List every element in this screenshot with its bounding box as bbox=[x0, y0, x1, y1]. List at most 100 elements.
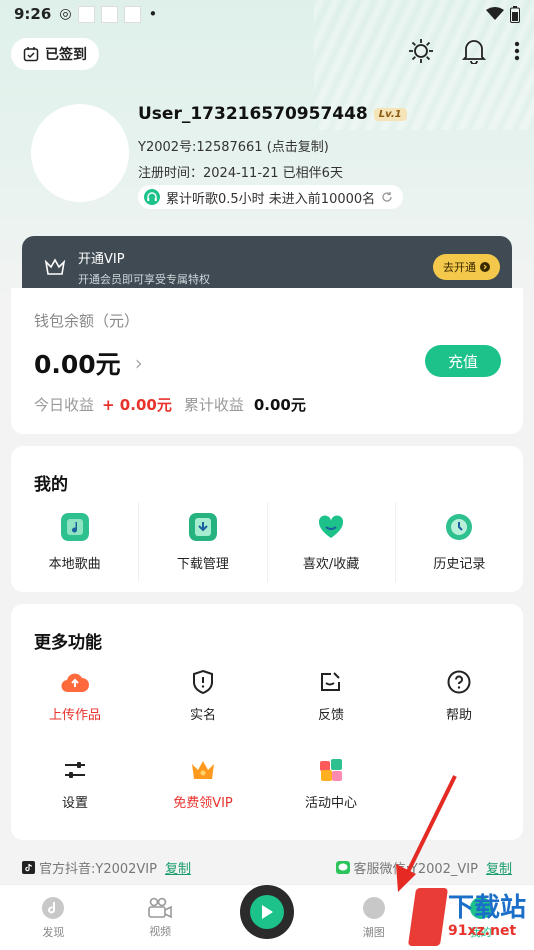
local-music-icon bbox=[60, 512, 89, 541]
watermark: 下载站 91xz.net bbox=[407, 888, 527, 946]
nav-label: 视频 bbox=[149, 924, 172, 938]
upload-cloud-icon bbox=[61, 673, 89, 693]
contact-row: 官方抖音:Y2002VIP 复制 客服微信:Y2002_VIP 复制 bbox=[22, 858, 512, 877]
avatar[interactable] bbox=[31, 104, 129, 202]
notification-icon bbox=[123, 5, 141, 23]
signed-in-badge[interactable]: 已签到 bbox=[11, 38, 99, 70]
today-earnings-label: 今日收益 bbox=[34, 396, 95, 414]
wallet-amount-row[interactable]: 0.00元 › bbox=[34, 345, 143, 381]
battery-icon bbox=[510, 5, 520, 23]
download-icon bbox=[188, 512, 217, 541]
favorites-item[interactable]: 喜欢/收藏 bbox=[268, 502, 396, 582]
refresh-icon[interactable] bbox=[381, 191, 393, 203]
crown-outline-icon bbox=[44, 258, 66, 275]
nav-video[interactable]: 视频 bbox=[107, 885, 214, 950]
section-title: 我的 bbox=[34, 475, 68, 495]
section-title: 更多功能 bbox=[34, 633, 102, 653]
headphones-icon bbox=[144, 189, 160, 205]
trend-icon bbox=[362, 896, 385, 919]
item-label: 反馈 bbox=[317, 708, 344, 723]
discover-icon bbox=[42, 896, 65, 919]
item-label: 喜欢/收藏 bbox=[302, 556, 360, 572]
status-bar: 9:26 ◎ • bbox=[0, 0, 534, 28]
weibo-icon: ◎ bbox=[59, 6, 72, 22]
username-row: User_173216570957448 Lv.1 bbox=[138, 104, 407, 124]
username: User_173216570957448 bbox=[138, 104, 368, 124]
nav-label: 发现 bbox=[42, 925, 65, 939]
theme-sun-icon[interactable] bbox=[408, 38, 434, 64]
item-label: 历史记录 bbox=[433, 556, 486, 572]
item-label: 本地歌曲 bbox=[48, 556, 101, 572]
heart-icon bbox=[319, 514, 344, 538]
service-wechat: 客服微信:Y2002_VIP bbox=[353, 862, 478, 877]
listen-stats[interactable]: 累计听歌0.5小时 未进入前10000名 bbox=[138, 185, 404, 209]
open-vip-button[interactable]: 去开通 bbox=[433, 254, 500, 280]
arrow-right-circle-icon bbox=[480, 262, 490, 272]
vip-title: 开通VIP bbox=[78, 251, 125, 267]
crown-icon bbox=[192, 761, 214, 779]
vip-subtitle: 开通会员即可享受专属特权 bbox=[78, 272, 210, 286]
help-icon bbox=[447, 670, 471, 694]
nav-label: 潮图 bbox=[362, 925, 385, 939]
copy-wechat-link[interactable]: 复制 bbox=[486, 858, 512, 877]
signed-label: 已签到 bbox=[45, 47, 87, 63]
calendar-check-icon bbox=[23, 47, 39, 62]
free-vip-item[interactable]: 免费领VIP bbox=[139, 756, 267, 814]
wifi-icon bbox=[486, 7, 504, 20]
more-vertical-icon[interactable] bbox=[514, 41, 520, 61]
item-label: 设置 bbox=[61, 796, 88, 811]
shield-icon bbox=[193, 669, 213, 695]
item-label: 实名 bbox=[189, 708, 216, 723]
chevron-right-icon: › bbox=[134, 351, 143, 375]
item-label: 下载管理 bbox=[176, 556, 229, 572]
today-earnings-value: + 0.00元 bbox=[102, 396, 172, 414]
item-label: 上传作品 bbox=[48, 708, 101, 723]
bell-icon[interactable] bbox=[462, 38, 486, 64]
help-item[interactable]: 帮助 bbox=[395, 668, 523, 726]
total-earnings-value: 0.00元 bbox=[253, 396, 306, 414]
more-notifications-dot: • bbox=[148, 5, 158, 23]
watermark-brand: 下载站 bbox=[448, 893, 527, 923]
video-camera-icon bbox=[148, 897, 172, 918]
watermark-site: 91xz.net bbox=[448, 923, 517, 939]
real-name-item[interactable]: 实名 bbox=[139, 668, 267, 726]
item-label: 免费领VIP bbox=[173, 796, 233, 811]
upload-works-item[interactable]: 上传作品 bbox=[11, 668, 139, 726]
official-douyin: 官方抖音:Y2002VIP bbox=[39, 862, 157, 877]
mini-player-button[interactable] bbox=[240, 885, 294, 939]
feedback-item[interactable]: 反馈 bbox=[267, 668, 395, 726]
listen-text: 累计听歌0.5小时 未进入前10000名 bbox=[166, 191, 376, 207]
tiktok-icon bbox=[22, 861, 35, 874]
history-icon bbox=[446, 513, 473, 540]
wallet-label: 钱包余额（元） bbox=[34, 312, 140, 330]
header-actions bbox=[408, 38, 520, 64]
history-item[interactable]: 历史记录 bbox=[396, 502, 523, 582]
settings-item[interactable]: 设置 bbox=[11, 756, 139, 814]
nav-discover[interactable]: 发现 bbox=[0, 885, 107, 950]
notification-icon bbox=[77, 5, 95, 23]
earnings-row: 今日收益 + 0.00元 累计收益 0.00元 bbox=[34, 394, 306, 415]
item-label: 活动中心 bbox=[304, 796, 357, 811]
total-earnings-label: 累计收益 bbox=[183, 396, 244, 414]
status-time: 9:26 bbox=[14, 5, 52, 23]
item-label: 帮助 bbox=[445, 708, 472, 723]
gift-icon bbox=[320, 759, 342, 781]
download-manager-item[interactable]: 下载管理 bbox=[139, 502, 268, 582]
activity-center-item[interactable]: 活动中心 bbox=[267, 756, 395, 814]
mine-section: 我的 本地歌曲 下载管理 喜欢/收藏 历史记录 bbox=[11, 446, 523, 592]
open-vip-label: 去开通 bbox=[443, 261, 476, 274]
wallet-card: 钱包余额（元） 0.00元 › 充值 今日收益 + 0.00元 累计收益 0.0… bbox=[11, 288, 523, 434]
local-music-item[interactable]: 本地歌曲 bbox=[11, 502, 140, 582]
watermark-logo bbox=[407, 888, 449, 946]
more-features-section: 更多功能 上传作品 实名 反馈 帮助 设置 免费领VIP 活动中心 bbox=[11, 604, 523, 840]
level-badge: Lv.1 bbox=[373, 107, 407, 121]
play-icon bbox=[262, 905, 273, 919]
settings-icon bbox=[65, 762, 85, 778]
notification-icon bbox=[100, 5, 118, 23]
copy-douyin-link[interactable]: 复制 bbox=[165, 858, 191, 877]
wechat-icon bbox=[335, 861, 350, 874]
recharge-button[interactable]: 充值 bbox=[425, 345, 501, 377]
register-time: 注册时间：2024-11-21 已相伴6天 bbox=[138, 166, 343, 181]
user-id[interactable]: Y2002号:12587661 (点击复制) bbox=[138, 136, 329, 155]
feedback-icon bbox=[321, 672, 340, 691]
